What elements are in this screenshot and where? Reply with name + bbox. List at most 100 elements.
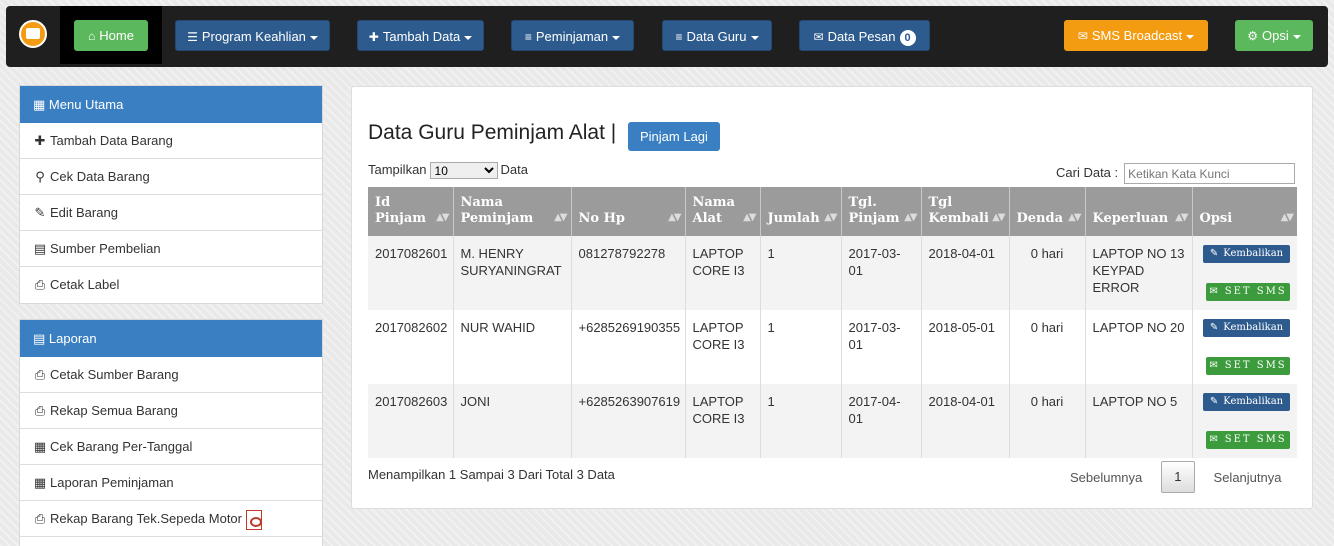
pagination-next[interactable]: Selanjutnya [1214,470,1282,485]
col-header-nama-peminjam[interactable]: Nama Peminjam ▲▼ [452,187,571,236]
caret-down-icon [750,35,759,40]
cell-keperluan: LAPTOP NO 13 KEYPAD ERROR [1084,236,1192,310]
table-header-row: Id Pinjam ▲▼ Nama Peminjam ▲▼ No Hp ▲▼ Nama… [368,187,1297,236]
col-header-id-pinjam[interactable]: Id Pinjam ▲▼ [368,187,453,236]
sort-icon: ▲▼ [904,212,917,223]
cell-id-pinjam: 2017082603 [368,384,453,458]
pagination-prev[interactable]: Sebelumnya [1070,470,1142,485]
laporan-panel: ▤ Laporan ⎙ Cetak Sumber Barang ⎙ Rekap Se… [19,319,323,546]
edit-icon: ✎ [1209,322,1219,333]
print-icon: ⎙ [34,277,46,292]
col-header-keperluan[interactable]: Keperluan ▲▼ [1084,187,1192,236]
main-content-panel: Data Guru Peminjam Alat | Pinjam Lagi Ta… [351,86,1313,509]
col-header-tgl-kembali[interactable]: Tgl Kembali ▲▼ [920,187,1009,236]
menu-icon: ≡ [675,30,683,44]
laporan-header: ▤ Laporan [20,320,322,357]
print-icon: ⎙ [34,511,46,526]
col-header-opsi[interactable]: Opsi ▲▼ [1191,187,1297,236]
gear-icon: ⚙ [1247,29,1259,43]
cell-jumlah: 1 [759,236,841,310]
cell-opsi: ✎ Kembalikan ✉ SET SMS [1191,236,1297,310]
edit-icon: ✎ [34,205,46,220]
table-row: 2017082603 JONI +6285263907619 LAPTOP CO… [368,384,1297,458]
set-sms-button[interactable]: ✉ SET SMS [1206,283,1290,301]
cell-nama-peminjam: M. HENRY SURYANINGRAT [452,236,571,310]
program-keahlian-dropdown[interactable]: ☰ Program Keahlian [175,20,330,51]
envelope-icon: ✉ [1077,29,1088,43]
envelope-icon: ✉ [813,30,824,44]
cell-denda: 0 hari [1008,236,1085,310]
menu-utama-panel: ▦ Menu Utama ✚ Tambah Data Barang ⚲ Cek Da… [19,85,323,304]
col-header-no-hp[interactable]: No Hp ▲▼ [570,187,685,236]
home-button[interactable]: ⌂ Home [74,20,148,51]
app-logo-icon[interactable] [19,20,47,48]
caret-down-icon [1186,34,1195,39]
menu-utama-header: ▦ Menu Utama [20,86,322,123]
page-length-select[interactable]: 10 [429,162,498,180]
cell-jumlah: 1 [759,310,841,384]
laporan-item-rekap-barang-sepeda-motor[interactable]: ⎙ Rekap Barang Tek.Sepeda Motor [20,501,322,537]
cell-tgl-kembali: 2018-04-01 [920,236,1009,310]
caret-down-icon [464,35,473,40]
kembalikan-button[interactable]: ✎ Kembalikan [1203,319,1290,337]
data-pesan-button[interactable]: ✉ Data Pesan 0 [799,20,930,51]
caret-down-icon [1292,34,1301,39]
envelope-icon: ✉ [1209,286,1220,297]
col-header-jumlah[interactable]: Jumlah ▲▼ [759,187,841,236]
cell-keperluan: LAPTOP NO 20 [1084,310,1192,384]
cell-nama-peminjam: JONI [452,384,571,458]
menu-item-sumber-pembelian[interactable]: ▤ Sumber Pembelian [20,231,322,267]
list-icon: ☰ [187,30,198,44]
data-guru-dropdown[interactable]: ≡ Data Guru [662,20,772,51]
cell-nama-peminjam: NUR WAHID [452,310,571,384]
search-icon: ⚲ [35,169,45,184]
set-sms-button[interactable]: ✉ SET SMS [1206,431,1290,449]
edit-icon: ✎ [1209,248,1219,259]
col-header-tgl-pinjam[interactable]: Tgl. Pinjam ▲▼ [840,187,921,236]
tambah-data-dropdown[interactable]: ✚ Tambah Data [357,20,484,51]
home-icon: ⌂ [88,29,96,43]
laporan-item-cetak-sumber-barang[interactable]: ⎙ Cetak Sumber Barang [20,357,322,393]
kembalikan-button[interactable]: ✎ Kembalikan [1203,393,1290,411]
calendar-icon: ▦ [33,475,47,490]
cell-no-hp: 081278792278 [570,236,685,310]
cell-keperluan: LAPTOP NO 5 [1084,384,1192,458]
peminjam-table: Id Pinjam ▲▼ Nama Peminjam ▲▼ No Hp ▲▼ Nama… [368,187,1297,458]
sort-icon: ▲▼ [743,212,756,223]
cell-jumlah: 1 [759,384,841,458]
laporan-item-cek-barang-per-tanggal[interactable]: ▦ Cek Barang Per-Tanggal [20,429,322,465]
cell-nama-alat: LAPTOP CORE I3 [684,310,760,384]
col-header-denda[interactable]: Denda ▲▼ [1008,187,1085,236]
set-sms-button[interactable]: ✉ SET SMS [1206,357,1290,375]
sms-broadcast-dropdown[interactable]: ✉ SMS Broadcast [1064,20,1208,51]
menu-item-tambah-data-barang[interactable]: ✚ Tambah Data Barang [20,123,322,159]
pagination: Sebelumnya 1 Selanjutnya [1070,461,1281,493]
laporan-item-rekap-semua-barang[interactable]: ⎙ Rekap Semua Barang [20,393,322,429]
cell-id-pinjam: 2017082602 [368,310,453,384]
laporan-item-laporan-peminjaman[interactable]: ▦ Laporan Peminjaman [20,465,322,501]
menu-item-edit-barang[interactable]: ✎ Edit Barang [20,195,322,231]
edit-icon: ✎ [1209,396,1219,407]
pdf-icon[interactable] [246,509,262,530]
menu-item-cetak-label[interactable]: ⎙ Cetak Label [20,267,322,303]
grid-icon: ▦ [33,97,46,112]
sort-asc-icon: ▲▼ [436,212,449,223]
col-header-nama-alat[interactable]: Nama Alat ▲▼ [684,187,760,236]
sort-icon: ▲▼ [992,212,1005,223]
cell-no-hp: +6285263907619 [570,384,685,458]
cell-tgl-kembali: 2018-05-01 [920,310,1009,384]
top-navbar: ⌂ Home ☰ Program Keahlian ✚ Tambah Data ≡ Pe… [6,6,1328,67]
pagination-page-1[interactable]: 1 [1160,461,1195,493]
page-length-control: Tampilkan 10 Data [368,162,528,180]
search-input[interactable] [1124,163,1296,184]
cell-tgl-kembali: 2018-04-01 [920,384,1009,458]
sort-icon: ▲▼ [1280,212,1294,223]
menu-item-cek-data-barang[interactable]: ⚲ Cek Data Barang [20,159,322,195]
list-icon: ▤ [33,331,46,346]
kembalikan-button[interactable]: ✎ Kembalikan [1203,245,1290,263]
pinjam-lagi-button[interactable]: Pinjam Lagi [628,122,720,151]
list-icon: ▤ [33,241,47,256]
peminjaman-dropdown[interactable]: ≡ Peminjaman [511,20,634,51]
opsi-dropdown[interactable]: ⚙ Opsi [1235,20,1313,51]
cell-denda: 0 hari [1008,310,1085,384]
